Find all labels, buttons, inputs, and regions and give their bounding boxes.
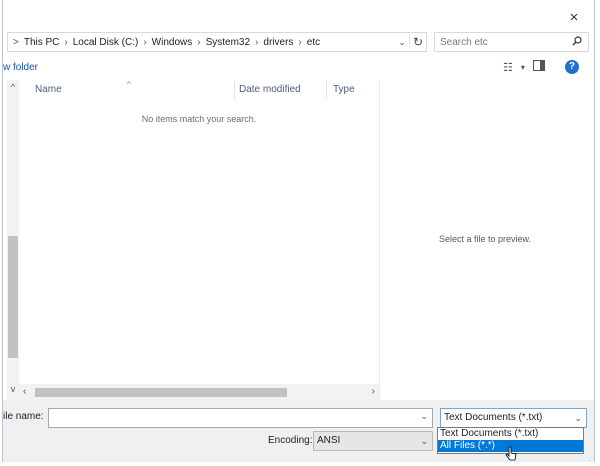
encoding-value[interactable]: ANSI	[317, 435, 340, 446]
column-header-name-label: Name	[35, 84, 62, 95]
preview-pane: Select a file to preview.	[379, 80, 590, 400]
file-type-chevron-down-icon[interactable]: ⌄	[574, 409, 582, 427]
mouse-pointer-icon	[505, 446, 517, 461]
file-name-field[interactable]: ⌄	[48, 408, 433, 428]
address-bar[interactable]: > This PC › Local Disk (C:) › Windows › …	[7, 32, 427, 52]
search-box[interactable]: Search etc	[434, 32, 589, 52]
chevron-right-icon[interactable]: ›	[64, 37, 67, 48]
chevron-right-icon[interactable]: ›	[143, 37, 146, 48]
file-list: ^ v ^ Name Date modified Type No items m…	[7, 80, 379, 400]
view-controls: ☷ ▾ ?	[503, 60, 579, 74]
view-options-icon[interactable]: ☷	[503, 61, 513, 74]
file-type-select[interactable]: Text Documents (*.txt) ⌄	[440, 408, 587, 428]
new-folder-button[interactable]: w folder	[3, 62, 38, 73]
breadcrumb-system32[interactable]: System32	[206, 37, 250, 48]
search-input[interactable]: Search etc	[440, 37, 488, 48]
address-history-chevron-down-icon[interactable]: ⌄	[395, 37, 409, 48]
chevron-right-icon[interactable]: ›	[197, 37, 200, 48]
breadcrumb: This PC › Local Disk (C:) › Windows › Sy…	[24, 37, 320, 48]
preview-pane-icon[interactable]	[532, 60, 545, 74]
resize-grip-icon[interactable]: ⋰	[588, 453, 596, 462]
horizontal-scrollbar[interactable]: ‹ ›	[19, 384, 379, 400]
column-header-date-modified[interactable]: Date modified	[235, 80, 327, 100]
encoding-label: Encoding:	[268, 435, 313, 446]
horizontal-scroll-thumb[interactable]	[35, 388, 287, 397]
breadcrumb-chevron-icon[interactable]: >	[13, 37, 19, 48]
column-headers: ^ Name Date modified Type	[19, 80, 379, 100]
chevron-right-icon[interactable]: ›	[298, 37, 301, 48]
column-header-type[interactable]: Type	[327, 80, 379, 100]
sort-ascending-icon: ^	[127, 80, 131, 89]
save-dialog: × > This PC › Local Disk (C:) › Windows …	[2, 0, 595, 462]
view-options-dropdown-icon[interactable]: ▾	[521, 63, 525, 72]
preview-message: Select a file to preview.	[438, 234, 532, 244]
vertical-scrollbar[interactable]: ^ v	[7, 80, 19, 400]
breadcrumb-this-pc[interactable]: This PC	[24, 37, 60, 48]
help-icon[interactable]: ?	[564, 60, 579, 74]
empty-list-message: No items match your search.	[141, 114, 257, 124]
vertical-scroll-thumb[interactable]	[8, 236, 18, 358]
search-icon[interactable]	[572, 35, 582, 49]
file-type-selected-value[interactable]: Text Documents (*.txt)	[444, 412, 542, 423]
scroll-right-icon[interactable]: ›	[372, 386, 375, 397]
breadcrumb-drivers[interactable]: drivers	[263, 37, 293, 48]
chevron-right-icon[interactable]: ›	[255, 37, 258, 48]
breadcrumb-local-disk[interactable]: Local Disk (C:)	[73, 37, 139, 48]
encoding-chevron-down-icon[interactable]: ⌄	[420, 432, 428, 450]
scroll-up-icon[interactable]: ^	[7, 82, 19, 92]
close-icon[interactable]: ×	[564, 8, 584, 28]
encoding-select[interactable]: ANSI ⌄	[313, 431, 433, 451]
file-name-history-chevron-down-icon[interactable]: ⌄	[420, 411, 428, 422]
breadcrumb-etc[interactable]: etc	[307, 37, 320, 48]
column-header-name[interactable]: ^ Name	[19, 80, 235, 100]
scroll-down-icon[interactable]: v	[7, 384, 19, 394]
breadcrumb-windows[interactable]: Windows	[152, 37, 193, 48]
refresh-icon[interactable]: ↻	[409, 35, 426, 49]
scroll-left-icon[interactable]: ‹	[23, 386, 26, 397]
file-name-label: ile name:	[3, 411, 44, 422]
file-type-option-text-documents[interactable]: Text Documents (*.txt)	[438, 428, 583, 440]
